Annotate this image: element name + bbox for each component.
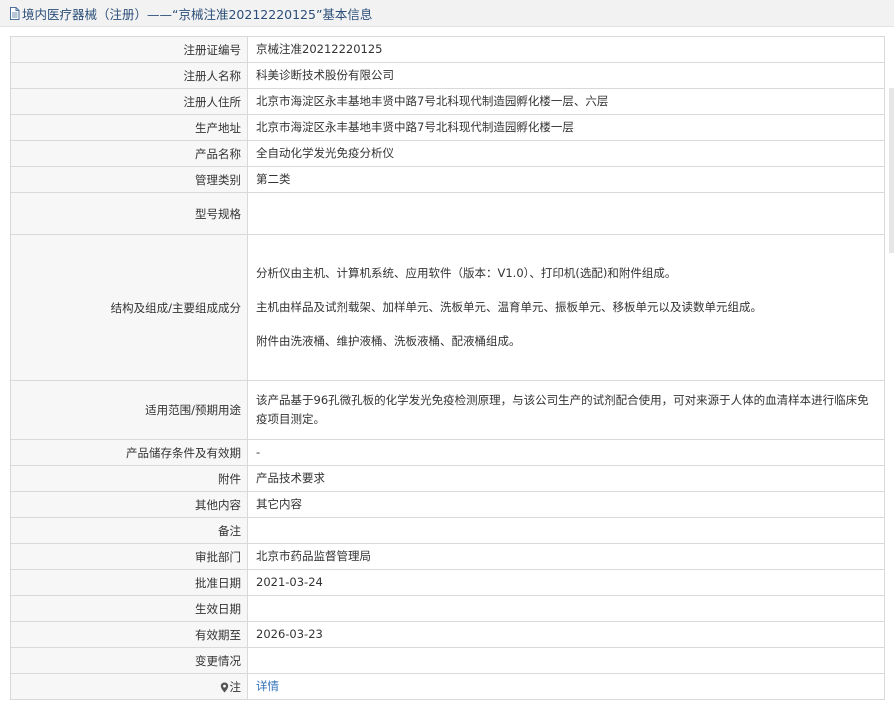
table-row: 型号规格 <box>10 192 885 235</box>
table-row: 注册人住所 北京市海淀区永丰基地丰贤中路7号北科现代制造园孵化楼一层、六层 <box>10 88 885 115</box>
row-label: 变更情况 <box>10 647 248 674</box>
document-icon <box>9 6 20 20</box>
row-value <box>247 647 885 674</box>
table-row: 适用范围/预期用途 该产品基于96孔微孔板的化学发光免疫检测原理，与该公司生产的… <box>10 380 885 440</box>
row-value <box>247 595 885 622</box>
row-value: 北京市海淀区永丰基地丰贤中路7号北科现代制造园孵化楼一层 <box>247 114 885 141</box>
table-row: 管理类别 第二类 <box>10 166 885 193</box>
table-row: 生产地址 北京市海淀区永丰基地丰贤中路7号北科现代制造园孵化楼一层 <box>10 114 885 141</box>
row-label: 结构及组成/主要组成成分 <box>10 234 248 381</box>
paragraph: 主机由样品及试剂载架、加样单元、洗板单元、温育单元、振板单元、移板单元以及读数单… <box>256 300 762 314</box>
page-header: 境内医疗器械（注册）——“京械注准20212220125”基本信息 <box>0 0 894 27</box>
info-table-container: 注册证编号 京械注准20212220125 注册人名称 科美诊断技术股份有限公司… <box>10 36 885 700</box>
row-value: 科美诊断技术股份有限公司 <box>247 62 885 89</box>
table-row: 产品储存条件及有效期 - <box>10 439 885 466</box>
details-link[interactable]: 详情 <box>256 679 279 693</box>
row-value: 产品技术要求 <box>247 465 885 492</box>
row-label: 备注 <box>10 517 248 544</box>
table-row: 注册人名称 科美诊断技术股份有限公司 <box>10 62 885 89</box>
row-value <box>247 517 885 544</box>
row-label: 批准日期 <box>10 569 248 596</box>
row-label: 型号规格 <box>10 192 248 235</box>
table-row: 产品名称 全自动化学发光免疫分析仪 <box>10 140 885 167</box>
table-row-note: 注 详情 <box>10 673 885 700</box>
row-value: 北京市药品监督管理局 <box>247 543 885 570</box>
table-row: 注册证编号 京械注准20212220125 <box>10 36 885 63</box>
paragraph: 分析仪由主机、计算机系统、应用软件（版本：V1.0）、打印机(选配)和附件组成。 <box>256 266 677 280</box>
note-label: 注 <box>229 679 242 694</box>
row-value: 分析仪由主机、计算机系统、应用软件（版本：V1.0）、打印机(选配)和附件组成。… <box>247 234 885 381</box>
row-value: 北京市海淀区永丰基地丰贤中路7号北科现代制造园孵化楼一层、六层 <box>247 88 885 115</box>
note-label-cell: 注 <box>10 673 248 700</box>
row-label: 适用范围/预期用途 <box>10 380 248 440</box>
row-label: 注册证编号 <box>10 36 248 63</box>
table-row: 备注 <box>10 517 885 544</box>
row-label: 生产地址 <box>10 114 248 141</box>
row-label: 产品名称 <box>10 140 248 167</box>
row-value: 其它内容 <box>247 491 885 518</box>
row-label: 其他内容 <box>10 491 248 518</box>
row-label: 产品储存条件及有效期 <box>10 439 248 466</box>
row-value: 全自动化学发光免疫分析仪 <box>247 140 885 167</box>
info-pin-icon <box>220 682 229 693</box>
table-row: 变更情况 <box>10 647 885 674</box>
row-label: 生效日期 <box>10 595 248 622</box>
scrollbar-thumb[interactable] <box>889 88 894 253</box>
table-row: 批准日期 2021-03-24 <box>10 569 885 596</box>
paragraph: 附件由洗液桶、维护液桶、洗板液桶、配液桶组成。 <box>256 334 521 348</box>
table-row: 审批部门 北京市药品监督管理局 <box>10 543 885 570</box>
device-info-table: 注册证编号 京械注准20212220125 注册人名称 科美诊断技术股份有限公司… <box>10 36 885 700</box>
row-value: 2021-03-24 <box>247 569 885 596</box>
row-value: 京械注准20212220125 <box>247 36 885 63</box>
table-row: 结构及组成/主要组成成分 分析仪由主机、计算机系统、应用软件（版本：V1.0）、… <box>10 234 885 381</box>
row-label: 附件 <box>10 465 248 492</box>
note-value-cell: 详情 <box>247 673 885 700</box>
row-value: 2026-03-23 <box>247 621 885 648</box>
table-row: 附件 产品技术要求 <box>10 465 885 492</box>
row-label: 注册人住所 <box>10 88 248 115</box>
row-value <box>247 192 885 235</box>
page-title: 境内医疗器械（注册）——“京械注准20212220125”基本信息 <box>22 6 373 22</box>
table-row: 其他内容 其它内容 <box>10 491 885 518</box>
table-row: 有效期至 2026-03-23 <box>10 621 885 648</box>
table-row: 生效日期 <box>10 595 885 622</box>
row-value: 该产品基于96孔微孔板的化学发光免疫检测原理，与该公司生产的试剂配合使用，可对来… <box>247 380 885 440</box>
row-label: 有效期至 <box>10 621 248 648</box>
row-value: 第二类 <box>247 166 885 193</box>
row-label: 审批部门 <box>10 543 248 570</box>
row-value: - <box>247 439 885 466</box>
row-label: 管理类别 <box>10 166 248 193</box>
row-label: 注册人名称 <box>10 62 248 89</box>
